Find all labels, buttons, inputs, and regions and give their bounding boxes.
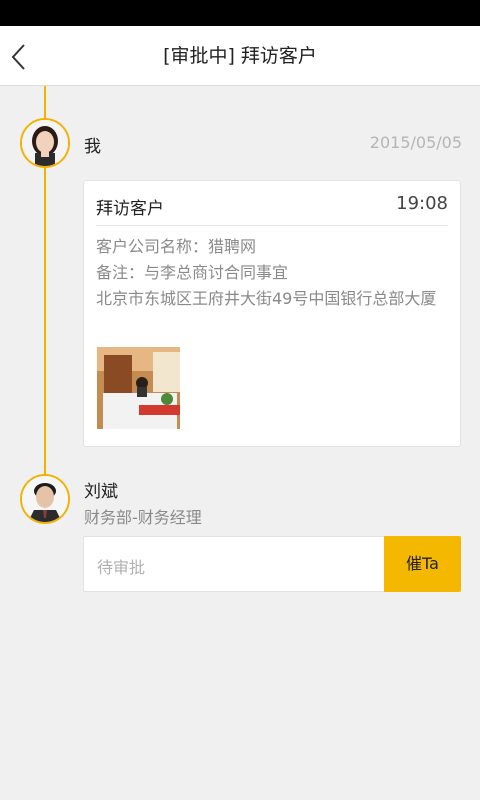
nav-bar: [审批中] 拜访客户 xyxy=(0,26,480,86)
urge-button[interactable]: 催Ta xyxy=(384,536,461,592)
person-name: 我 xyxy=(84,137,101,157)
card-divider xyxy=(96,225,448,226)
page-title: [审批中] 拜访客户 xyxy=(163,45,317,67)
card-body: 客户公司名称：猎聘网 备注：与李总商讨合同事宜 北京市东城区王府井大街49号中国… xyxy=(96,234,450,312)
photo-thumbnail[interactable] xyxy=(97,347,180,429)
note-line: 备注：与李总商讨合同事宜 xyxy=(96,263,289,282)
pending-approval-box: 待审批 催Ta xyxy=(83,536,461,592)
visit-card[interactable]: 拜访客户 19:08 客户公司名称：猎聘网 备注：与李总商讨合同事宜 北京市东城… xyxy=(83,180,461,447)
card-title: 拜访客户 xyxy=(96,199,164,219)
avatar xyxy=(20,474,70,524)
pending-status: 待审批 xyxy=(97,558,146,577)
status-bar xyxy=(0,0,480,26)
card-time: 19:08 xyxy=(396,193,448,214)
person-name: 刘斌 xyxy=(84,482,118,502)
address-line: 北京市东城区王府井大街49号中国银行总部大厦 xyxy=(96,289,437,308)
avatar xyxy=(20,118,70,168)
company-line: 客户公司名称：猎聘网 xyxy=(96,237,257,256)
entry-date: 2015/05/05 xyxy=(369,133,462,152)
department-title: 财务部-财务经理 xyxy=(84,508,202,527)
